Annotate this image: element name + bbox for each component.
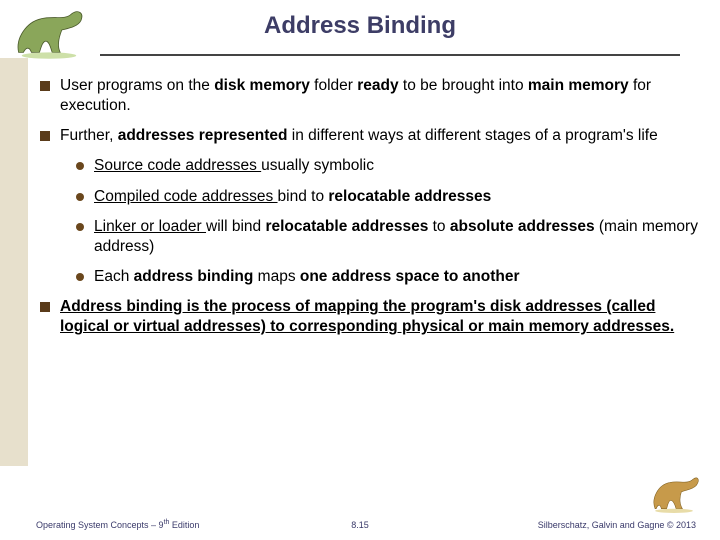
text: Edition [169, 520, 199, 530]
text: usually symbolic [261, 157, 374, 174]
text-bold: one address space to another [300, 268, 520, 285]
text: maps [253, 268, 300, 285]
text-bold: addresses represented [118, 127, 288, 144]
text: bind to [278, 188, 325, 205]
text: folder [310, 77, 357, 94]
footer-left: Operating System Concepts – 9th Edition [36, 519, 199, 530]
round-bullet-icon [76, 193, 84, 201]
footer-right: Silberschatz, Galvin and Gagne © 2013 [538, 520, 696, 530]
square-bullet-icon [40, 302, 50, 312]
text-underline-bold: Address binding is the process of mappin… [60, 298, 674, 335]
text: Operating System Concepts – 9 [36, 520, 164, 530]
sidebar-band [0, 58, 28, 466]
text: in different ways at different stages of… [287, 127, 657, 144]
round-bullet-icon [76, 273, 84, 281]
dinosaur-top-illustration [6, 6, 92, 62]
content-area: User programs on the disk memory folder … [40, 70, 700, 347]
text-bold: main memory [528, 77, 629, 94]
text-bold: absolute addresses [450, 218, 595, 235]
text-bold: disk memory [214, 77, 310, 94]
round-bullet-icon [76, 162, 84, 170]
text-underline: Linker or loader [94, 218, 206, 235]
text-bold: address binding [134, 268, 254, 285]
text-underline: Compiled code addresses [94, 188, 278, 205]
text: to be brought into [399, 77, 528, 94]
text-bold: relocatable addresses [324, 188, 491, 205]
bullet-1: User programs on the disk memory folder … [40, 76, 700, 116]
slide-title: Address Binding [0, 0, 720, 40]
bullet-2d: Each address binding maps one address sp… [76, 267, 700, 287]
bullet-2: Further, addresses represented in differ… [40, 126, 700, 146]
bullet-2a: Source code addresses usually symbolic [76, 156, 700, 176]
text: will bind [206, 218, 265, 235]
square-bullet-icon [40, 131, 50, 141]
text: User programs on the [60, 77, 214, 94]
text-bold: ready [357, 77, 398, 94]
round-bullet-icon [76, 223, 84, 231]
title-rule [100, 54, 680, 56]
text-underline: Source code addresses [94, 157, 261, 174]
bullet-3: Address binding is the process of mappin… [40, 297, 700, 337]
text-bold: relocatable addresses [265, 218, 428, 235]
text: to [428, 218, 450, 235]
bullet-2c: Linker or loader will bind relocatable a… [76, 217, 700, 257]
text: Further, [60, 127, 118, 144]
bullet-2b: Compiled code addresses bind to relocata… [76, 187, 700, 207]
text: Each [94, 268, 134, 285]
square-bullet-icon [40, 81, 50, 91]
footer: Operating System Concepts – 9th Edition … [0, 510, 720, 540]
dinosaur-bottom-illustration [646, 472, 702, 514]
footer-page-number: 8.15 [351, 520, 369, 530]
